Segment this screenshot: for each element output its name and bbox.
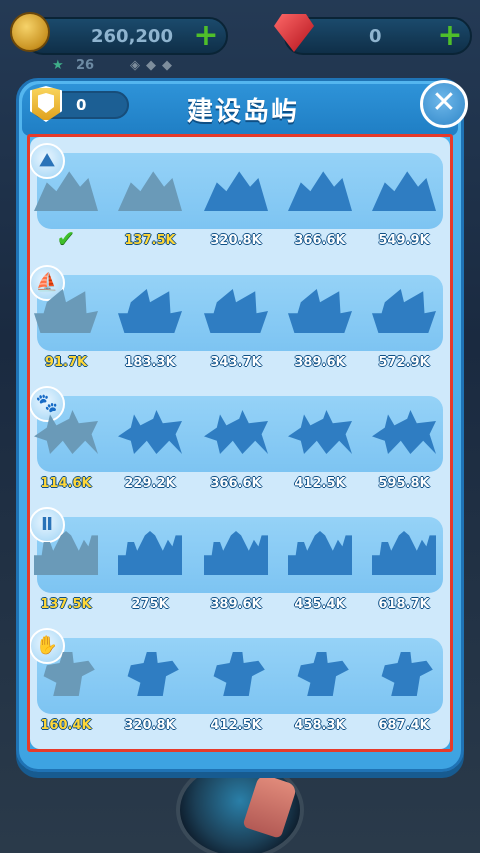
star-count: 26 [76, 58, 95, 73]
gem-balance: 0 [369, 26, 382, 47]
top-hud: 260,200 + 0 + ★ 26 ◈◆◆ [0, 0, 480, 78]
gold-coin-icon [10, 12, 50, 52]
gem-balance-bar: 0 + [284, 17, 472, 55]
highlight-frame [27, 134, 453, 752]
add-gems-button[interactable]: + [436, 21, 464, 51]
close-button[interactable]: ✕ [420, 80, 468, 128]
shield-slots-icon: ◈◆◆ [130, 58, 178, 73]
star-icon: ★ [52, 58, 64, 73]
add-coins-button[interactable]: + [192, 21, 220, 51]
coin-balance-bar: 260,200 + [24, 17, 228, 55]
coin-balance: 260,200 [91, 26, 173, 47]
shield-count: 0 [76, 96, 87, 114]
